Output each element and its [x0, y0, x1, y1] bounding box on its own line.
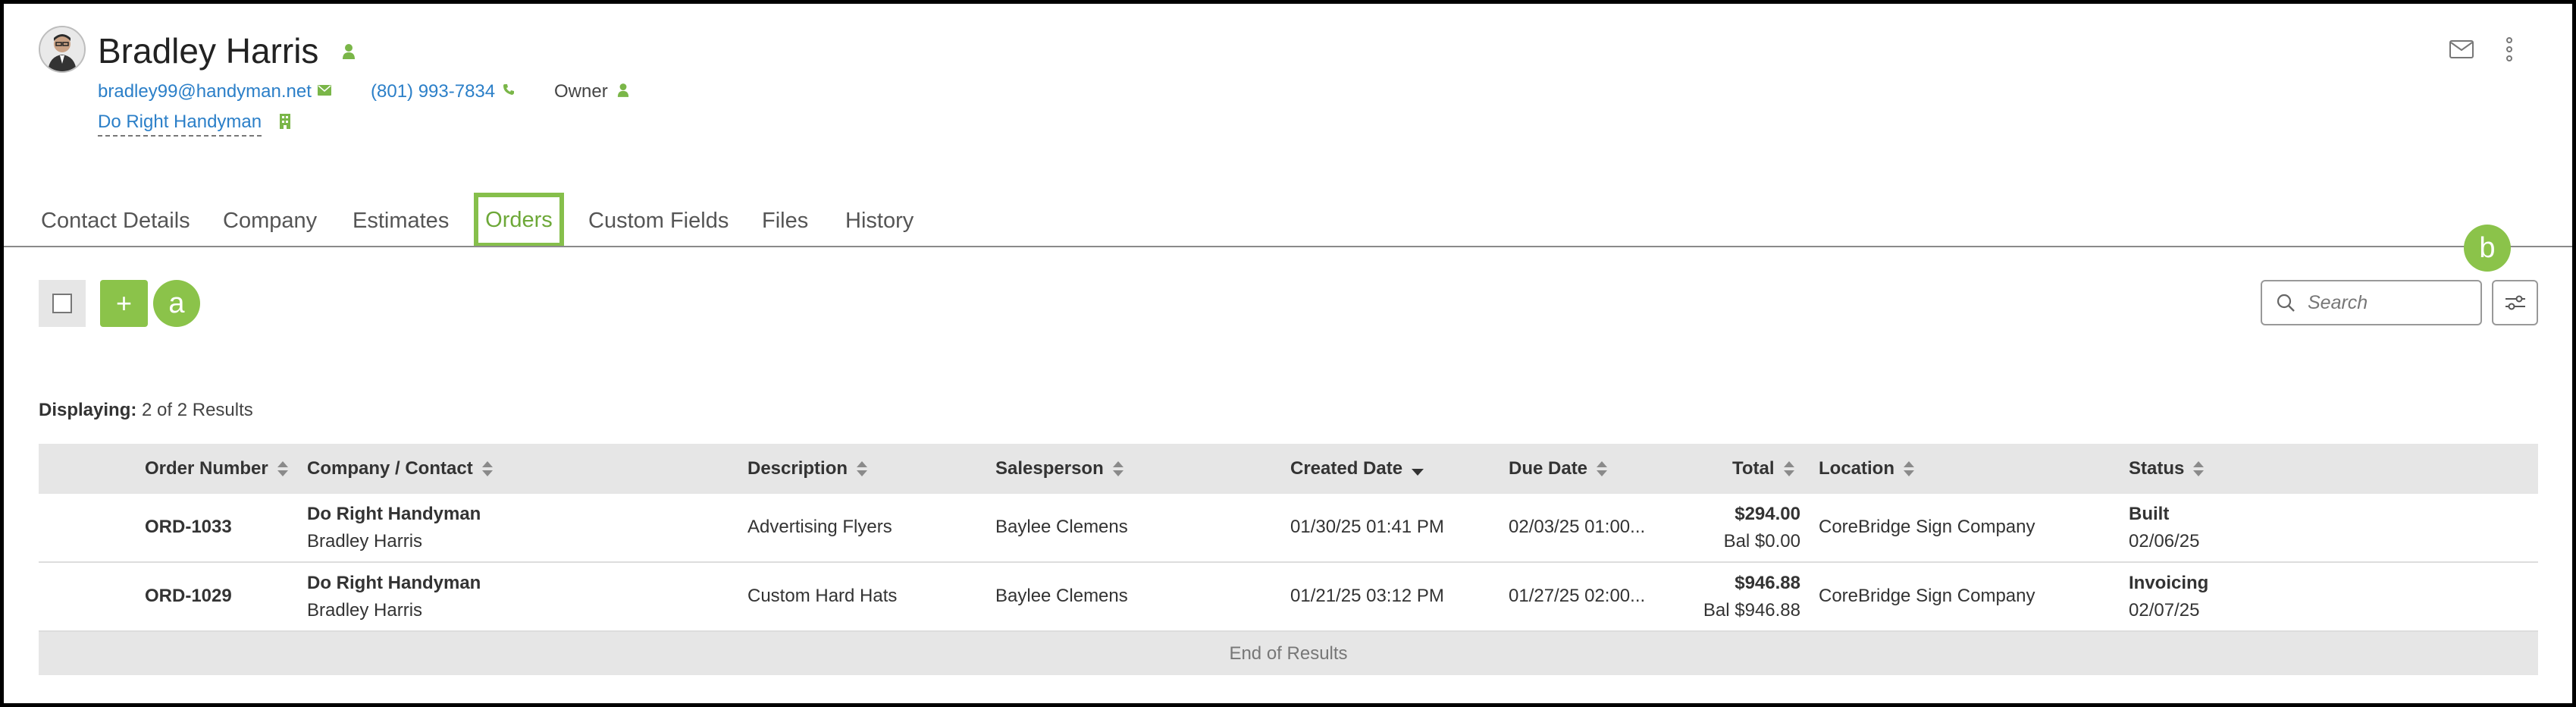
sort-icon: [857, 460, 868, 477]
balance: Bal $0.00: [1723, 531, 1800, 551]
search-input[interactable]: Search: [2261, 280, 2482, 325]
sort-icon: [1783, 460, 1794, 477]
company-name: Do Right Handyman: [307, 573, 481, 593]
company-link[interactable]: Do Right Handyman: [98, 111, 262, 137]
status: Invoicing: [2129, 573, 2209, 593]
tab-custom-fields[interactable]: Custom Fields: [588, 207, 729, 234]
created-date: 01/21/25 03:12 PM: [1290, 586, 1444, 606]
col-due-date[interactable]: Due Date: [1509, 444, 1608, 494]
results-count-value: 2 of 2 Results: [142, 400, 253, 420]
building-icon: [280, 114, 290, 133]
salesperson: Baylee Clemens: [995, 517, 1128, 537]
phone-icon: [503, 83, 515, 99]
col-total[interactable]: Total: [1732, 444, 1794, 494]
table-row[interactable]: ORD-1029 Do Right Handyman Bradley Harri…: [39, 563, 2538, 632]
location: CoreBridge Sign Company: [1819, 586, 2035, 606]
salesperson: Baylee Clemens: [995, 586, 1128, 606]
person-icon: [342, 43, 356, 64]
contact-name-cell: Bradley Harris: [307, 531, 423, 551]
sort-icon: [1597, 460, 1608, 477]
callout-a: a: [153, 280, 200, 327]
contact-page: Bradley Harris bradley99@handyman.net (8…: [4, 4, 2572, 703]
tab-estimates[interactable]: Estimates: [353, 207, 449, 234]
sliders-icon: [2505, 295, 2525, 310]
balance: Bal $946.88: [1703, 600, 1800, 621]
envelope-icon[interactable]: [2449, 40, 2474, 62]
sort-icon: [277, 460, 288, 477]
col-company-contact[interactable]: Company / Contact: [307, 444, 493, 494]
owner-icon: [617, 83, 629, 102]
end-of-results: End of Results: [39, 632, 2538, 675]
tab-contact-details[interactable]: Contact Details: [41, 207, 190, 234]
tab-company[interactable]: Company: [223, 207, 317, 234]
sort-icon: [1112, 460, 1123, 477]
due-date: 02/03/25 01:00...: [1509, 517, 1646, 537]
sort-icon: [2193, 460, 2205, 477]
col-description[interactable]: Description: [747, 444, 868, 494]
tab-history[interactable]: History: [845, 207, 914, 234]
tab-orders[interactable]: Orders: [474, 193, 564, 247]
order-number[interactable]: ORD-1033: [145, 514, 232, 540]
search-icon: [2276, 293, 2296, 313]
table-header: Order Number Company / Contact Descripti…: [39, 444, 2538, 494]
sort-icon: [1904, 460, 1914, 477]
role-text: Owner: [554, 81, 608, 102]
results-count: Displaying: 2 of 2 Results: [39, 400, 253, 421]
col-status[interactable]: Status: [2129, 444, 2205, 494]
filter-settings-button[interactable]: [2492, 280, 2538, 325]
table-row[interactable]: ORD-1033 Do Right Handyman Bradley Harri…: [39, 494, 2538, 563]
order-number[interactable]: ORD-1029: [145, 583, 232, 609]
location: CoreBridge Sign Company: [1819, 517, 2035, 537]
sort-desc-icon: [1412, 468, 1424, 476]
col-salesperson[interactable]: Salesperson: [995, 444, 1123, 494]
tab-orders-label: Orders: [485, 207, 553, 232]
sort-icon: [481, 460, 493, 477]
checkbox-box: [52, 294, 72, 313]
description: Custom Hard Hats: [747, 586, 898, 606]
callout-b: b: [2464, 225, 2511, 272]
total: $294.00: [1735, 504, 1800, 524]
select-all-checkbox[interactable]: [39, 280, 86, 327]
status: Built: [2129, 504, 2170, 524]
contact-name: Bradley Harris: [98, 31, 319, 71]
description: Advertising Flyers: [747, 517, 892, 537]
contact-name-cell: Bradley Harris: [307, 600, 423, 621]
total: $946.88: [1735, 573, 1800, 593]
status-date: 02/06/25: [2129, 531, 2200, 551]
col-order-number[interactable]: Order Number: [145, 444, 288, 494]
status-date: 02/07/25: [2129, 600, 2200, 621]
created-date: 01/30/25 01:41 PM: [1290, 517, 1444, 537]
search-placeholder: Search: [2308, 291, 2368, 313]
tab-files[interactable]: Files: [762, 207, 808, 234]
email-link[interactable]: bradley99@handyman.net: [98, 80, 312, 103]
phone-link[interactable]: (801) 993-7834: [371, 80, 495, 103]
col-created-date[interactable]: Created Date: [1290, 444, 1424, 494]
avatar: [39, 26, 86, 73]
company-name: Do Right Handyman: [307, 504, 481, 524]
tabs-divider: [4, 246, 2572, 247]
add-order-button[interactable]: +: [100, 280, 148, 327]
col-location[interactable]: Location: [1819, 444, 1914, 494]
results-count-label: Displaying:: [39, 400, 137, 420]
due-date: 01/27/25 02:00...: [1509, 586, 1646, 606]
more-options-icon[interactable]: [2505, 37, 2513, 65]
email-icon: [318, 85, 331, 99]
